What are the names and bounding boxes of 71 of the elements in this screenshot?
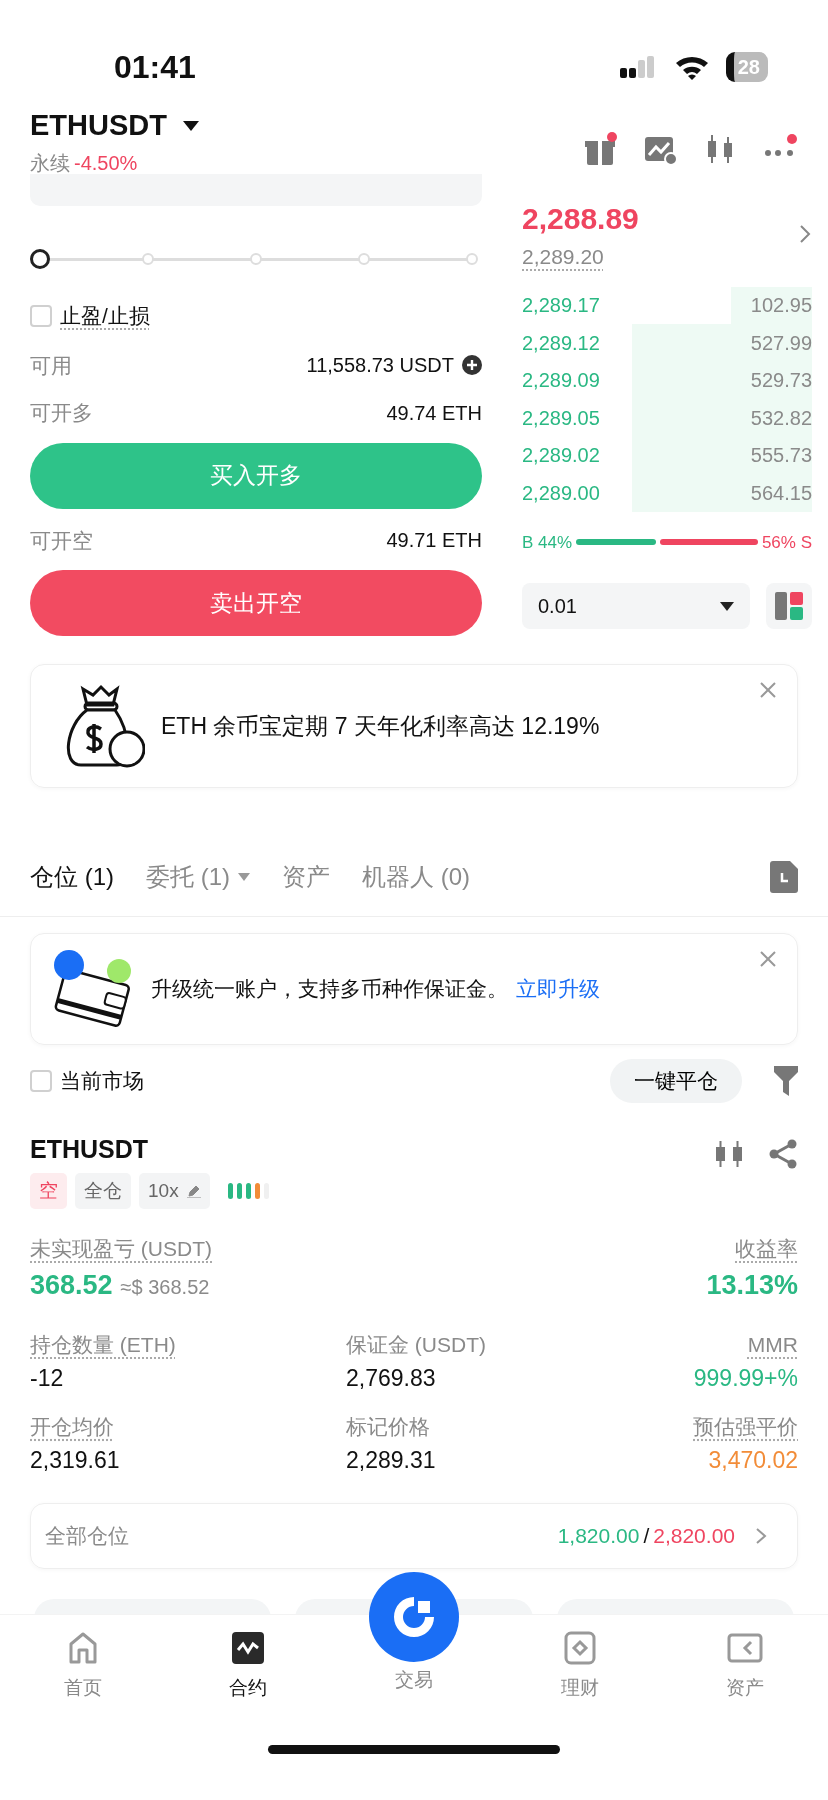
metric-label: 标记价格 (346, 1414, 431, 1440)
long-value: 1,820.00 (557, 1523, 640, 1550)
metric-value: 999.99+% (692, 1363, 798, 1393)
bid-price[interactable]: 2,289.05 (522, 402, 600, 433)
bid-size[interactable]: 555.73 (750, 440, 812, 471)
metric-value: -12 (30, 1363, 65, 1393)
summary-label: 全部仓位 (45, 1523, 129, 1550)
status-time: 01:41 (114, 48, 196, 87)
metric-label[interactable]: 开仓均价 (30, 1411, 286, 1443)
metric-label[interactable]: 未实现盈亏 (USDT) (30, 1233, 212, 1265)
close-all-button[interactable]: 一键平仓 (610, 1059, 742, 1103)
field-label: 可用 (30, 352, 72, 379)
metric-label: 保证金 (USDT) (346, 1332, 487, 1358)
metric-label[interactable]: 预估强平价 (542, 1411, 798, 1443)
symbol-title[interactable]: ETHUSDT (30, 104, 167, 148)
tab[interactable]: 资产 (282, 859, 330, 895)
bid-price[interactable]: 2,289.12 (522, 327, 600, 358)
field-label: 可开空 (30, 527, 93, 554)
field-value: 49.74 ETH (386, 400, 482, 426)
bid-size[interactable]: 527.99 (750, 327, 812, 358)
price-change: -4.50% (74, 150, 138, 176)
sell-ratio: 56% S (761, 531, 812, 554)
bid-price[interactable]: 2,289.09 (522, 365, 600, 396)
pnl-value: 368.52 (30, 1268, 113, 1302)
bid-price[interactable]: 2,289.00 (522, 477, 600, 508)
nav-tab[interactable]: 合约 (165, 1629, 331, 1755)
precision-select[interactable]: 0.01 (522, 583, 750, 629)
bid-size[interactable]: 532.82 (750, 402, 812, 433)
position-tag[interactable]: 10x (139, 1172, 210, 1209)
position-tag: 全仓 (75, 1172, 131, 1209)
bid-size[interactable]: 564.15 (750, 477, 812, 508)
field-value: 11,558.73 USDT (306, 353, 454, 379)
short-value: 2,820.00 (653, 1523, 735, 1550)
metric-label[interactable]: 持仓数量 (ETH) (30, 1329, 286, 1361)
nav-tab[interactable]: 交易 (331, 1571, 497, 1755)
tpsl-label[interactable]: 止盈/止损 (60, 300, 150, 332)
pnl-approx: ≈$ 368.52 (120, 1274, 210, 1300)
buy-button[interactable]: 买入开多 (30, 442, 482, 509)
bid-price[interactable]: 2,289.02 (522, 440, 600, 471)
metric-value: 2,289.31 (346, 1445, 437, 1475)
tab[interactable]: 仓位 (1) (30, 859, 114, 895)
battery-indicator: 28 (725, 52, 768, 82)
upgrade-text: 升级统一账户，支持多币种作保证金。 (151, 977, 508, 1001)
sell-button[interactable]: 卖出开空 (30, 570, 482, 636)
contract-type: 永续 (30, 150, 70, 176)
bid-size[interactable]: 102.95 (750, 290, 812, 321)
position-symbol: ETHUSDT (30, 1134, 150, 1165)
metric-label[interactable]: MMR (542, 1329, 798, 1361)
metric-value: 2,769.83 (346, 1363, 437, 1393)
metric-value: 3,470.02 (707, 1445, 798, 1475)
nav-tab[interactable]: 首页 (0, 1629, 166, 1755)
roe-value: 13.13% (706, 1268, 798, 1302)
upgrade-link[interactable]: 立即升级 (516, 977, 600, 1001)
separator: / (643, 1523, 650, 1550)
nav-tab[interactable]: 资产 (662, 1629, 828, 1755)
bid-size[interactable]: 529.73 (750, 365, 812, 396)
mark-price: 2,289.20 (522, 244, 605, 270)
metric-label[interactable]: 收益率 (706, 1233, 798, 1265)
metric-value: 2,319.61 (30, 1445, 121, 1475)
last-price: 2,288.89 (522, 201, 639, 237)
tab[interactable]: 机器人 (0) (362, 859, 470, 895)
tab[interactable]: 委托 (1) (146, 859, 250, 895)
buy-ratio: B 44% (522, 531, 573, 554)
position-tag: 空 (30, 1172, 67, 1209)
field-value: 49.71 ETH (386, 528, 482, 554)
nav-tab[interactable]: 理财 (497, 1629, 663, 1755)
summary-card[interactable]: 全部仓位 1,820.00 / 2,820.00 (30, 1503, 798, 1569)
field-label: 可开多 (30, 400, 93, 426)
filter-label[interactable]: 当前市场 (60, 1065, 144, 1097)
bid-price[interactable]: 2,289.17 (522, 290, 600, 321)
promo-text[interactable]: ETH 余币宝定期 7 天年化利率高达 12.19% (161, 708, 600, 744)
